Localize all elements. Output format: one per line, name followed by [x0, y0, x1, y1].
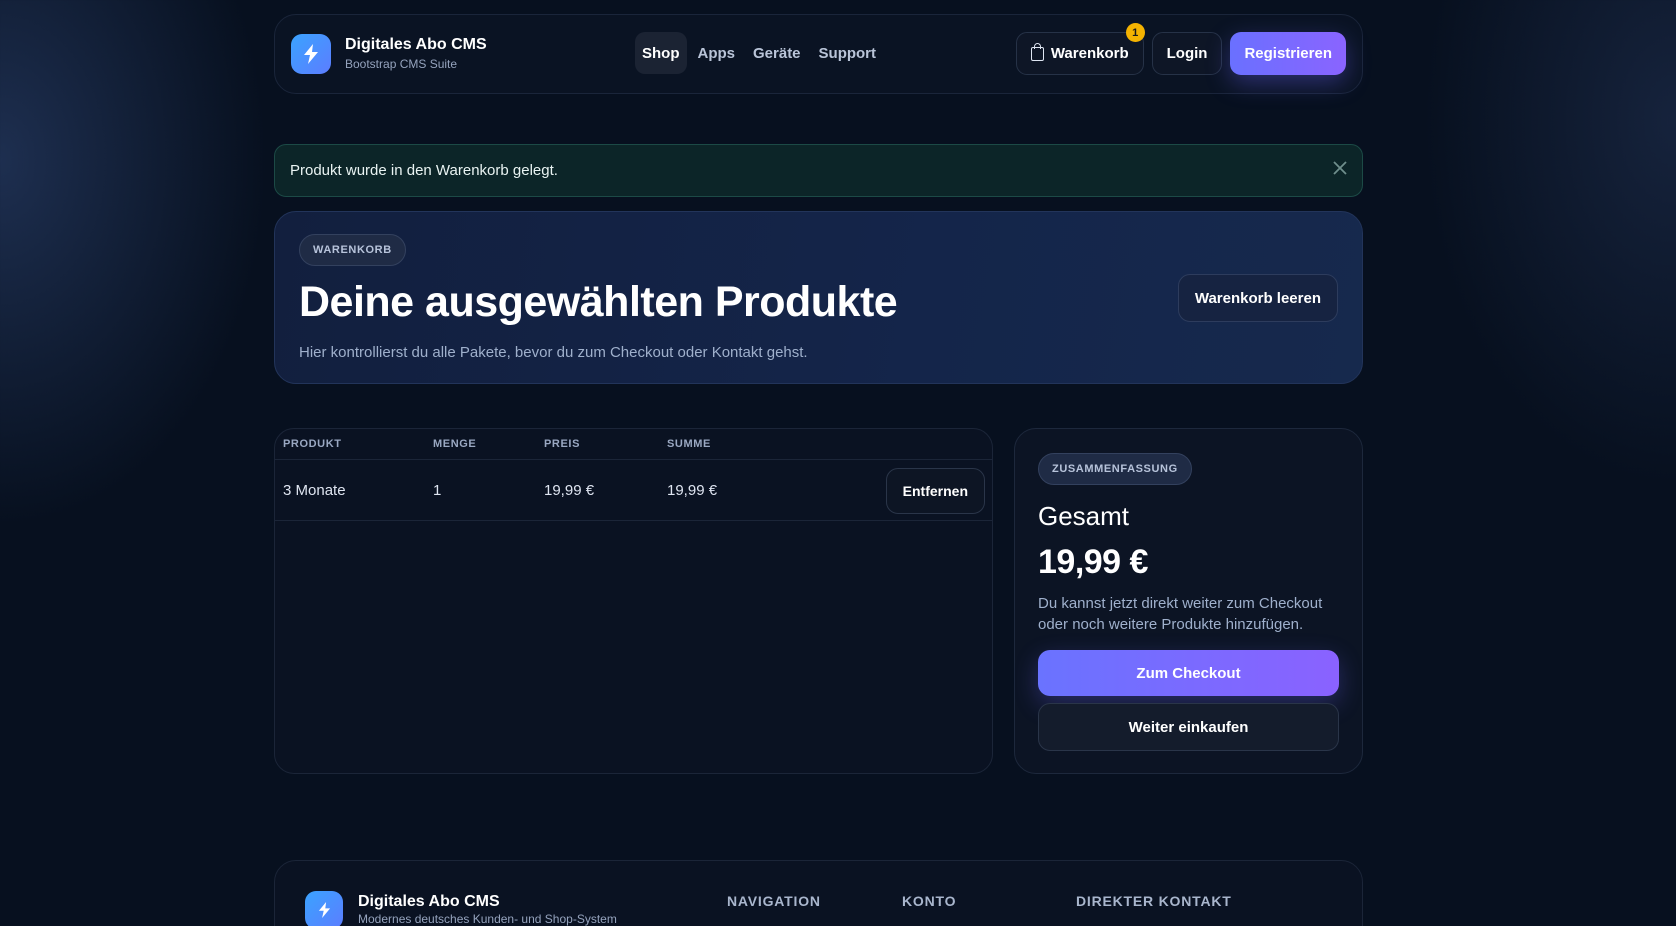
- footer-brand-subtitle: Modernes deutsches Kunden- und Shop-Syst…: [358, 912, 617, 926]
- alert-message: Produkt wurde in den Warenkorb gelegt.: [290, 162, 558, 179]
- nav-link-shop[interactable]: Shop: [635, 32, 687, 74]
- brand[interactable]: Digitales Abo CMS Bootstrap CMS Suite: [291, 34, 487, 74]
- footer-brand-title: Digitales Abo CMS: [358, 893, 500, 910]
- lightning-bolt-icon: [291, 34, 331, 74]
- order-summary: ZUSAMMENFASSUNG Gesamt 19,99 € Du kannst…: [1014, 428, 1363, 774]
- cell-price: 19,99 €: [544, 482, 595, 499]
- footer-heading-contact: DIREKTER KONTAKT: [1076, 893, 1232, 909]
- register-button[interactable]: Registrieren: [1230, 32, 1346, 75]
- navbar: Digitales Abo CMS Bootstrap CMS Suite Sh…: [274, 14, 1363, 94]
- column-header-total: SUMME: [667, 438, 711, 450]
- hero-badge: WARENKORB: [299, 234, 406, 266]
- footer-heading-account: KONTO: [902, 893, 957, 909]
- column-header-product: PRODUKT: [283, 438, 342, 450]
- nav-link-geraete[interactable]: Geräte: [746, 32, 808, 74]
- brand-title: Digitales Abo CMS: [345, 36, 487, 53]
- brand-subtitle: Bootstrap CMS Suite: [345, 57, 458, 71]
- cell-quantity: 1: [433, 482, 442, 499]
- column-header-quantity: MENGE: [433, 438, 477, 450]
- login-button[interactable]: Login: [1151, 32, 1223, 75]
- summary-heading: Gesamt: [1038, 501, 1130, 531]
- continue-shopping-button[interactable]: Weiter einkaufen: [1038, 703, 1339, 751]
- cart-count-badge: 1: [1125, 23, 1145, 42]
- nav-link-apps[interactable]: Apps: [691, 32, 743, 74]
- checkout-button[interactable]: Zum Checkout: [1038, 650, 1339, 696]
- summary-text: Du kannst jetzt direkt weiter zum Checko…: [1038, 595, 1323, 633]
- cart-hero: WARENKORB Deine ausgewählten Produkte Hi…: [274, 211, 1363, 384]
- summary-total: 19,99 €: [1038, 543, 1148, 581]
- shopping-bag-icon: [1030, 42, 1044, 61]
- cart-button-label: Warenkorb: [1050, 45, 1129, 62]
- table-row: 3 Monate 1 19,99 € 19,99 € Entfernen: [275, 460, 992, 521]
- close-icon[interactable]: [1330, 160, 1350, 180]
- cell-product: 3 Monate: [283, 482, 346, 499]
- cart-button[interactable]: Warenkorb 1: [1015, 23, 1145, 75]
- clear-cart-button[interactable]: Warenkorb leeren: [1177, 274, 1338, 322]
- nav-link-support[interactable]: Support: [812, 32, 884, 74]
- footer-heading-navigation: NAVIGATION: [727, 893, 821, 909]
- success-alert: Produkt wurde in den Warenkorb gelegt.: [274, 144, 1363, 197]
- table-header: PRODUKT MENGE PREIS SUMME: [275, 429, 992, 460]
- cart-table: PRODUKT MENGE PREIS SUMME 3 Monate 1 19,…: [274, 428, 993, 774]
- cell-total: 19,99 €: [667, 482, 718, 499]
- page-title: Deine ausgewählten Produkte: [299, 278, 898, 326]
- summary-badge: ZUSAMMENFASSUNG: [1038, 453, 1192, 485]
- page-subtitle: Hier kontrollierst du alle Pakete, bevor…: [299, 344, 808, 361]
- column-header-price: PREIS: [544, 438, 581, 450]
- nav-actions: Warenkorb 1 Login Registrieren: [1015, 23, 1346, 75]
- footer: Digitales Abo CMS Modernes deutsches Kun…: [274, 860, 1363, 926]
- main-nav: Shop Apps Geräte Support: [635, 32, 883, 74]
- remove-item-button[interactable]: Entfernen: [885, 468, 985, 514]
- lightning-bolt-icon: [305, 891, 343, 926]
